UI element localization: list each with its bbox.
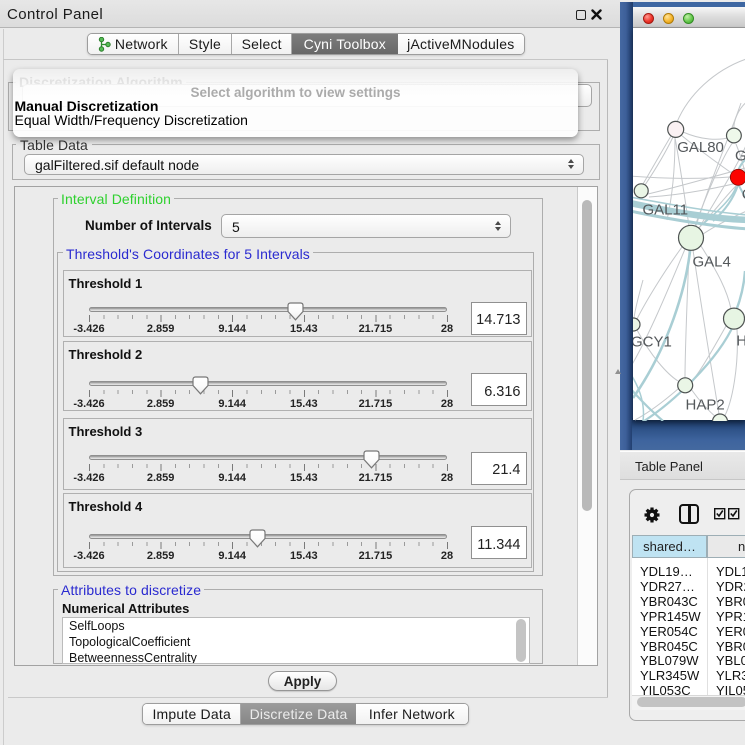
svg-text:GCY1: GCY1 [633, 333, 672, 350]
svg-text:GAL4: GAL4 [692, 253, 730, 270]
svg-text:HAP2: HAP2 [685, 396, 724, 413]
svg-text:GA: GA [735, 147, 745, 164]
svg-text:GAL80: GAL80 [677, 139, 724, 156]
svg-text:C: C [741, 186, 745, 203]
svg-text:H: H [736, 332, 745, 349]
svg-text:GAL11: GAL11 [642, 201, 688, 218]
